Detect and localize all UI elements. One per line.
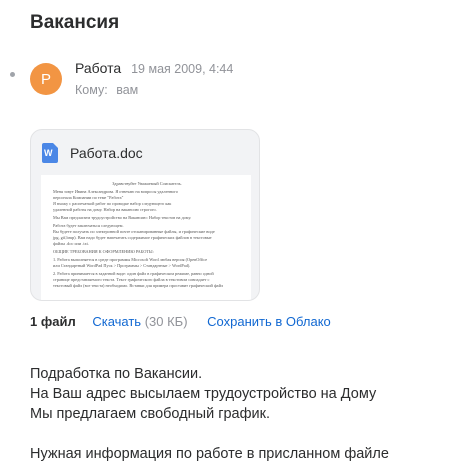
attachment-preview[interactable]: Здравствуйте Уважаемый Соискатель. Меня … (41, 175, 251, 300)
message-body: Подработка по Вакансии. На Ваш адрес выс… (30, 364, 389, 464)
preview-line: текстовый файл (все текста) необходимо. … (53, 282, 224, 288)
preview-line: ОБЩИЕ ТРЕБОВАНИЯ К ОФОРМЛЕНИЮ РАБОТЫ: (53, 248, 154, 254)
download-link[interactable]: Скачать (92, 314, 141, 329)
body-line: На Ваш адрес высылаем трудоустройство на… (30, 386, 377, 402)
recipient-line: Кому: вам (75, 83, 138, 97)
preview-text: Здравствуйте Уважаемый Соискатель. Меня … (53, 181, 241, 289)
preview-line: файлы .doc или .txt. (53, 240, 89, 246)
sender-name[interactable]: Работа (75, 60, 121, 76)
sender-avatar[interactable]: Р (30, 63, 62, 95)
attachment-card[interactable]: W Работа.doc Здравствуйте Уважаемый Соис… (30, 129, 260, 301)
recipient-label: Кому: (75, 83, 108, 97)
message-date: 19 мая 2009, 4:44 (131, 62, 234, 76)
attachment-actions: 1 файл Скачать (30 КБ) Сохранить в Облак… (30, 314, 331, 329)
body-line: Подработка по Вакансии. (30, 366, 203, 382)
body-line: Мы предлагаем свободный график. (30, 406, 271, 422)
save-to-cloud-link[interactable]: Сохранить в Облако (207, 314, 331, 329)
preview-line: Мы Вам предлагаем трудоустройство на Вак… (53, 214, 192, 220)
word-doc-icon: W (42, 143, 58, 163)
body-line: Нужная информация по работе в присланном… (30, 446, 389, 462)
attachment-file-name[interactable]: Работа.doc (70, 145, 143, 161)
download-size: (30 КБ) (144, 314, 188, 329)
preview-line: или Стандартный WordPad Пуск > Программы… (53, 263, 191, 269)
sender-line: Работа 19 мая 2009, 4:44 (75, 60, 233, 76)
word-doc-icon-letter: W (44, 148, 53, 158)
email-subject: Вакансия (30, 12, 120, 33)
avatar-letter: Р (40, 70, 51, 88)
attachment-count: 1 файл (30, 314, 76, 329)
preview-line: Здравствуйте Уважаемый Соискатель. (112, 181, 182, 186)
preview-line: удаленной работы на дому. Набор на вакан… (53, 206, 157, 212)
unread-indicator[interactable] (10, 72, 15, 77)
recipient-value[interactable]: вам (116, 83, 138, 97)
